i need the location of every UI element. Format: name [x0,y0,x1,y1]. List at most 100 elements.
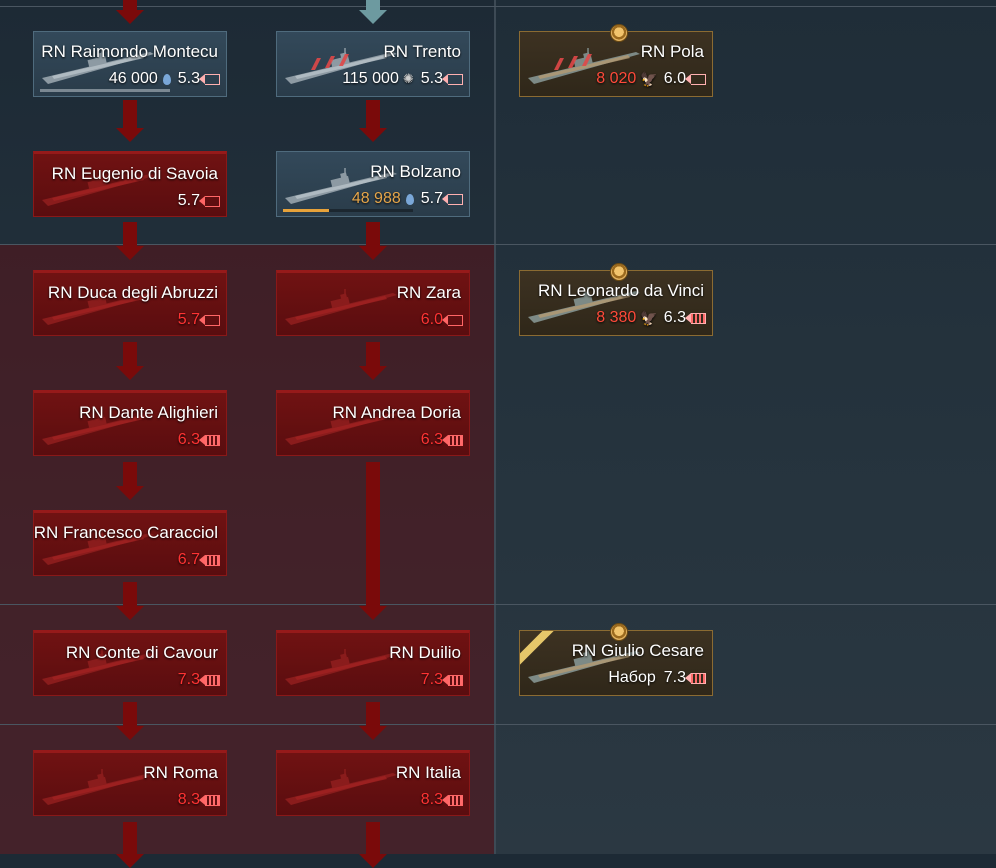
rank-divider [0,244,996,245]
vehicle-name: RN Giulio Cesare [571,641,704,660]
vehicle-name: RN Leonardo da Vinci [537,281,704,300]
tree-arrow [359,462,387,620]
vehicle-name: RN Eugenio di Savoia [51,164,218,183]
vehicle-card[interactable]: RN Zara 6.0 [276,270,470,336]
golden-eagle-cost: 8 380 [596,309,637,326]
vehicle-card[interactable]: RN Dante Alighieri 6.3 [33,390,227,456]
vehicle-card[interactable]: RN Bolzano 48 988 5.7 [276,151,470,217]
vehicle-card[interactable]: RN Francesco Caracciol 6.7 [33,510,227,576]
premium-medal-icon [610,24,628,42]
premium-vehicle-card[interactable]: RN Pola 8 020 🦅 6.0 [519,24,713,97]
battle-rating-icon [199,674,220,686]
rank-divider [0,724,996,725]
rank-divider [0,604,996,605]
battle-rating-icon [442,674,463,686]
tree-arrow [116,702,144,740]
battle-rating: 5.7 [177,311,200,328]
battle-rating: 5.7 [177,192,200,209]
vehicle-card[interactable]: RN Duilio 7.3 [276,630,470,696]
vehicle-stats: 6.3 [178,431,220,449]
battle-rating: 8.3 [177,791,200,808]
tree-arrow [359,0,387,24]
vehicle-stats: 8 380 🦅 6.3 [596,309,706,327]
battle-rating-icon [442,73,463,85]
battle-rating-icon [685,312,706,324]
vehicle-card[interactable]: RN Trento 115 000 ✺ 5.3 [276,31,470,97]
vehicle-name: RN Pola [640,42,704,61]
silver-lion-icon: ✺ [402,71,414,86]
vehicle-card[interactable]: RN Roma 8.3 [33,750,227,816]
battle-rating: 6.0 [420,311,443,328]
vehicle-name: RN Duca degli Abruzzi [47,283,218,302]
golden-eagle-icon: 🦅 [640,309,658,326]
research-progress [283,209,413,212]
research-drop-icon [162,73,171,85]
battle-rating-icon [685,73,706,85]
battle-rating-icon [685,672,706,684]
battle-rating-icon [199,794,220,806]
pack-label: Набор [608,669,656,686]
tree-arrow [116,822,144,868]
battle-rating: 5.7 [420,190,443,207]
golden-eagle-icon: 🦅 [640,70,658,87]
research-cost: 46 000 [108,70,158,87]
battle-rating: 6.3 [420,431,443,448]
premium-column-background [495,0,996,854]
battle-rating-icon [199,434,220,446]
ship-thumbnail [281,285,401,329]
tree-arrow [116,462,144,500]
premium-vehicle-card[interactable]: RN Leonardo da Vinci 8 380 🦅 6.3 [519,263,713,336]
tree-arrow [359,342,387,380]
vehicle-stats: 6.7 [178,551,220,569]
vehicle-name: RN Conte di Cavour [65,643,218,662]
battle-rating: 6.3 [663,309,686,326]
battle-rating-icon [442,434,463,446]
premium-vehicle-card[interactable]: RN Giulio Cesare Набор 7.3 [519,623,713,696]
vehicle-stats: 48 988 5.7 [352,190,463,208]
research-cost: 48 988 [351,190,401,207]
battle-rating-icon [442,314,463,326]
tree-arrow [116,582,144,620]
vehicle-card[interactable]: RN Raimondo Montecu 46 000 5.3 [33,31,227,97]
battle-rating: 5.3 [177,70,200,87]
battle-rating: 7.3 [420,671,443,688]
tree-arrow [359,702,387,740]
golden-eagle-cost: 8 020 [596,70,637,87]
research-progress [40,89,170,92]
ship-thumbnail [281,645,401,689]
vehicle-name: RN Roma [143,763,218,782]
ship-thumbnail [281,765,401,809]
battle-rating: 6.0 [663,70,686,87]
vehicle-card[interactable]: RN Andrea Doria 6.3 [276,390,470,456]
vehicle-name: RN Trento [383,42,461,61]
vehicle-name: RN Duilio [389,643,461,662]
vehicle-card[interactable]: RN Duca degli Abruzzi 5.7 [33,270,227,336]
vehicle-stats: 6.3 [421,431,463,449]
vehicle-card[interactable]: RN Eugenio di Savoia 5.7 [33,151,227,217]
battle-rating: 6.3 [177,431,200,448]
battle-rating-icon [199,195,220,207]
vehicle-name: RN Andrea Doria [332,403,461,422]
battle-rating-icon [199,73,220,85]
battle-rating: 7.3 [663,669,686,686]
vehicle-name: RN Dante Alighieri [79,403,218,422]
vehicle-card[interactable]: RN Italia 8.3 [276,750,470,816]
vehicle-stats: 8 020 🦅 6.0 [596,70,706,88]
vehicle-stats: 46 000 5.3 [109,70,220,88]
tree-arrow [116,100,144,142]
battle-rating: 7.3 [177,671,200,688]
vehicle-stats: Набор 7.3 [608,669,706,687]
purchase-cost: 115 000 [342,70,399,87]
tree-arrow [359,822,387,868]
vehicle-name: RN Raimondo Montecu [41,42,218,61]
tree-arrow [116,342,144,380]
vehicle-card[interactable]: RN Conte di Cavour 7.3 [33,630,227,696]
premium-medal-icon [610,263,628,281]
vehicle-name: RN Francesco Caracciol [33,523,218,542]
battle-rating-icon [199,554,220,566]
research-drop-icon [405,193,414,205]
rank-divider [0,6,996,7]
tree-arrow [116,0,144,24]
battle-rating-icon [442,193,463,205]
tree-arrow [359,100,387,142]
